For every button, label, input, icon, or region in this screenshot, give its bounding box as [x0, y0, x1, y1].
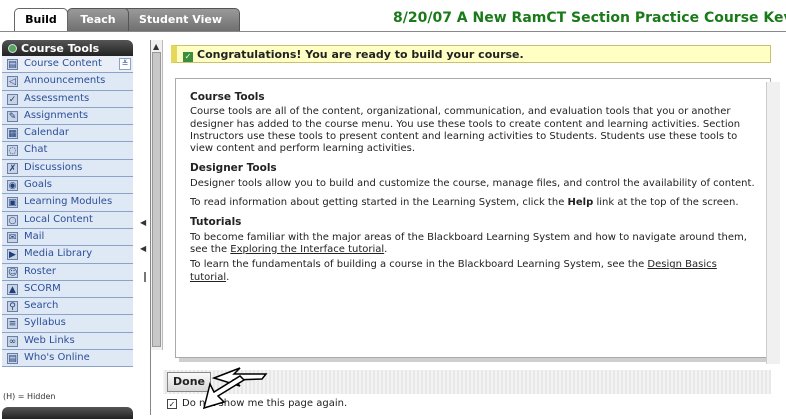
roster-icon: ☺: [7, 266, 18, 278]
sidebar-item-label: Media Library: [24, 248, 93, 260]
designer-tools-heading: Designer Tools: [190, 162, 277, 175]
tab-divider: [0, 31, 786, 32]
dont-show-checkbox[interactable]: ✓: [167, 399, 177, 409]
megaphone-icon: ◁: [7, 76, 18, 88]
sidebar-item-web-links[interactable]: ∞ Web Links: [2, 332, 133, 351]
sidebar-item-label: Learning Modules: [24, 196, 113, 208]
sidebar-item-media-library[interactable]: ▶ Media Library: [2, 246, 133, 264]
welcome-panel: Course Tools Course tools are all of the…: [175, 78, 771, 358]
sidebar-item-mail[interactable]: ✉ Mail: [2, 228, 133, 247]
sidebar-item-local-content[interactable]: ○ Local Content: [2, 211, 133, 229]
sidebar-item-label: Goals: [24, 179, 52, 191]
designer-tools-text: Designer tools allow you to build and cu…: [190, 177, 755, 189]
sidebar-item-label: Web Links: [24, 334, 75, 346]
success-message: Congratulations! You are ready to build …: [197, 48, 524, 61]
sidebar-item-assessments[interactable]: ✓ Assessments: [2, 90, 133, 108]
page-title: 8/20/07 A New RamCT Section Practice Cou…: [393, 10, 786, 26]
course-tools-text: Course tools are all of the content, org…: [190, 106, 741, 155]
sidebar-item-goals[interactable]: ◉ Goals: [2, 177, 133, 195]
resize-grip[interactable]: [144, 272, 146, 282]
sidebar-header[interactable]: Course Tools: [2, 40, 133, 56]
sidebar-item-label: Calendar: [24, 127, 69, 139]
sidebar-item-learning-modules[interactable]: ▣ Learning Modules: [2, 194, 133, 212]
sidebar-item-chat[interactable]: ◌ Chat: [2, 142, 133, 160]
checkmark-icon: ✓: [183, 52, 193, 62]
tab-student-view[interactable]: Student View: [121, 8, 240, 32]
module-icon: ▣: [7, 197, 18, 209]
weblink-icon: ∞: [7, 335, 18, 347]
sidebar-item-discussions[interactable]: ✗ Discussions: [2, 159, 133, 178]
tutorials-heading: Tutorials: [190, 216, 242, 229]
sidebar-footer: [2, 407, 133, 419]
sidebar-header-label: Course Tools: [21, 42, 100, 55]
help-keyword: Help: [567, 197, 594, 209]
sidebar-item-label: Roster: [24, 265, 57, 277]
sidebar-item-calendar[interactable]: ▦ Calendar: [2, 125, 133, 143]
goals-icon: ◉: [7, 180, 18, 192]
success-banner: ✓ Congratulations! You are ready to build…: [171, 45, 771, 63]
mail-icon: ✉: [7, 231, 18, 243]
tutorial-interface-paragraph: To become familiar with the major areas …: [190, 231, 747, 255]
course-tools-heading: Course Tools: [190, 91, 265, 103]
hidden-legend: (H) = Hidden: [3, 392, 56, 401]
sidebar-item-label: Local Content: [24, 213, 93, 225]
sidebar-item-label: Mail: [24, 230, 45, 242]
sidebar-item-scorm[interactable]: ▲ SCORM: [2, 280, 133, 299]
help-paragraph: To read information about getting starte…: [190, 197, 739, 209]
chat-icon: ◌: [7, 145, 18, 157]
discussion-icon: ✗: [7, 162, 18, 174]
sidebar-item-label: Discussions: [24, 161, 83, 173]
calendar-icon: ▦: [7, 128, 18, 140]
sidebar-item-assignments[interactable]: ✎ Assignments: [2, 107, 133, 126]
folder-icon: ▤: [7, 59, 18, 70]
sidebar-item-label: Assignments: [24, 109, 89, 121]
sidebar-item-course-content[interactable]: ▤ Course Content ≚: [2, 56, 133, 74]
scroll-up-icon[interactable]: ▲: [153, 42, 159, 51]
checklist-icon: ✓: [7, 93, 18, 105]
scroll-thumb[interactable]: [152, 52, 161, 347]
expand-left-arrow-icon[interactable]: ◀: [140, 244, 146, 253]
tab-build[interactable]: Build: [14, 8, 68, 32]
vertical-scrollbar[interactable]: ▲: [151, 40, 163, 350]
exploring-interface-tutorial-link[interactable]: Exploring the Interface tutorial: [230, 244, 384, 255]
sidebar-item-syllabus[interactable]: ≡ Syllabus: [2, 315, 133, 333]
sidebar-list: ▤ Course Content ≚ ◁ Announcements ✓ Ass…: [2, 56, 133, 368]
top-bar: Student View Teach Build 8/20/07 A New R…: [0, 0, 786, 32]
sidebar-item-label: Search: [24, 300, 59, 312]
sidebar-item-label: Syllabus: [24, 317, 66, 329]
tutorial-design-paragraph: To learn the fundamentals of building a …: [190, 259, 717, 283]
sidebar-item-label: Who's Online: [24, 352, 90, 364]
sidebar-item-roster[interactable]: ☺ Roster: [2, 263, 133, 281]
annotation-arrows-icon: [202, 367, 268, 410]
collapse-icon[interactable]: ≚: [119, 58, 131, 70]
sidebar-item-label: Course Content: [24, 58, 102, 69]
globe-icon: ○: [7, 214, 18, 226]
syllabus-icon: ≡: [7, 318, 18, 330]
sidebar-item-whos-online[interactable]: ▤ Who's Online: [2, 350, 133, 368]
media-icon: ▶: [7, 249, 18, 261]
sidebar-item-announcements[interactable]: ◁ Announcements: [2, 73, 133, 91]
tab-teach[interactable]: Teach: [67, 8, 129, 32]
sidebar-item-label: Announcements: [24, 75, 106, 87]
course-tools-icon: [8, 44, 17, 53]
sidebar-item-search[interactable]: ⚲ Search: [2, 298, 133, 316]
sidebar-item-label: SCORM: [24, 282, 61, 294]
scorm-icon: ▲: [7, 283, 18, 295]
collapse-left-arrow-icon[interactable]: ◀: [140, 218, 146, 227]
search-icon: ⚲: [7, 301, 18, 313]
right-scrollbar[interactable]: [766, 82, 780, 364]
sidebar-item-label: Chat: [24, 144, 48, 156]
online-icon: ▤: [7, 353, 18, 365]
pencil-icon: ✎: [7, 110, 18, 122]
course-tools-sidebar: Course Tools ▤ Course Content ≚ ◁ Announ…: [0, 40, 148, 419]
sidebar-item-label: Assessments: [24, 92, 90, 104]
main-content: ▲ ✓ Congratulations! You are ready to bui…: [150, 40, 780, 415]
